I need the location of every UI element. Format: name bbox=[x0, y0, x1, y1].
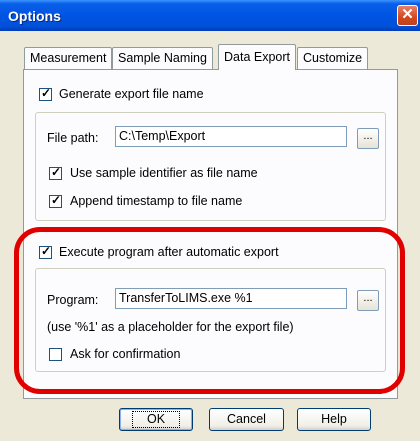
file-path-input[interactable]: C:\Temp\Export bbox=[115, 126, 347, 147]
use-identifier-label: Use sample identifier as file name bbox=[70, 166, 258, 180]
checkmark-icon: ✓ bbox=[41, 86, 52, 100]
program-label: Program: bbox=[47, 293, 99, 307]
program-browse-button[interactable]: ... bbox=[357, 290, 379, 311]
file-path-label: File path: bbox=[47, 131, 99, 145]
help-button[interactable]: Help bbox=[297, 408, 371, 431]
append-timestamp-label: Append timestamp to file name bbox=[70, 194, 243, 208]
program-input[interactable]: TransferToLIMS.exe %1 bbox=[115, 288, 347, 309]
use-identifier-checkbox[interactable]: ✓ bbox=[49, 165, 62, 180]
file-path-browse-button[interactable]: ... bbox=[357, 128, 379, 149]
cancel-button[interactable]: Cancel bbox=[209, 408, 284, 431]
execute-program-label: Execute program after automatic export bbox=[59, 245, 279, 259]
ok-button[interactable]: OK bbox=[119, 408, 193, 431]
execute-program-checkbox[interactable]: ✓ bbox=[39, 244, 52, 259]
ask-confirmation-checkbox[interactable] bbox=[49, 348, 62, 361]
generate-export-label: Generate export file name bbox=[59, 87, 204, 101]
generate-export-checkbox[interactable]: ✓ bbox=[39, 86, 52, 101]
append-timestamp-checkbox[interactable]: ✓ bbox=[49, 193, 62, 208]
ok-button-label: OK bbox=[131, 411, 181, 428]
placeholder-hint: (use '%1' as a placeholder for the expor… bbox=[47, 320, 294, 334]
checkmark-icon: ✓ bbox=[51, 165, 62, 179]
checkmark-icon: ✓ bbox=[51, 193, 62, 207]
checkmark-icon: ✓ bbox=[41, 244, 52, 258]
ask-confirmation-label: Ask for confirmation bbox=[70, 347, 181, 361]
